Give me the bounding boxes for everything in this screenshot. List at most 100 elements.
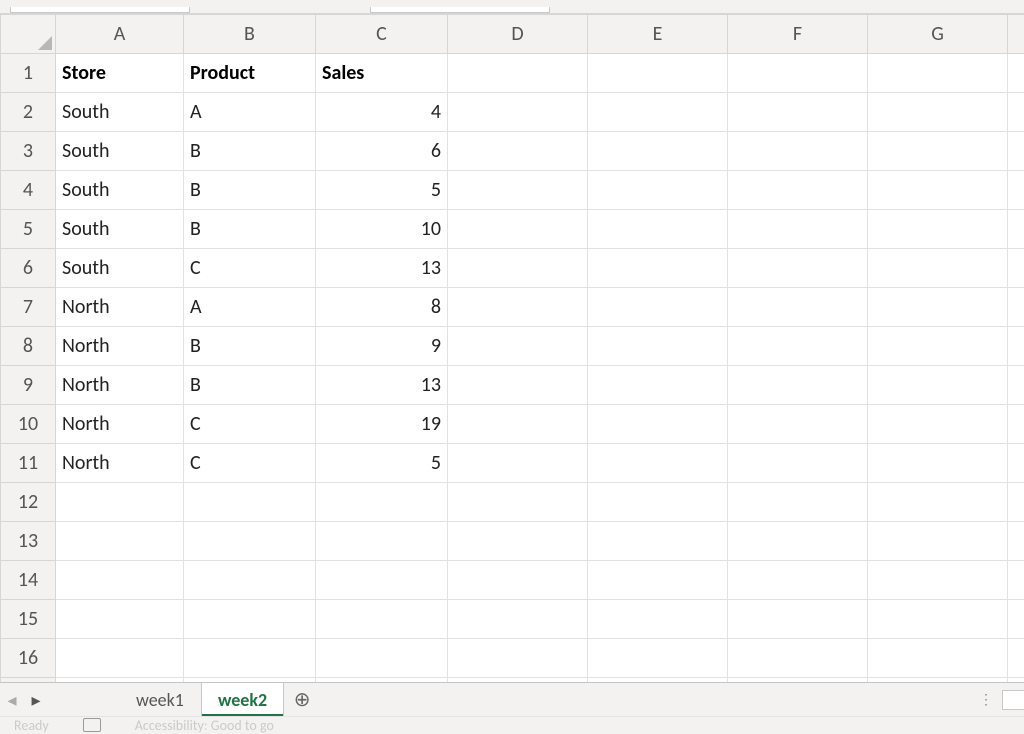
- col-header-H[interactable]: H: [1008, 15, 1024, 54]
- cell[interactable]: [448, 366, 588, 405]
- cell[interactable]: [184, 561, 316, 600]
- cell[interactable]: 8: [316, 288, 448, 327]
- cell[interactable]: [588, 444, 728, 483]
- cell[interactable]: [728, 171, 868, 210]
- cell[interactable]: [448, 639, 588, 678]
- row-header[interactable]: 7: [1, 288, 56, 327]
- cell[interactable]: A: [184, 93, 316, 132]
- cell[interactable]: 4: [316, 93, 448, 132]
- cell[interactable]: [588, 522, 728, 561]
- cell[interactable]: 19: [316, 405, 448, 444]
- cell[interactable]: 5: [316, 171, 448, 210]
- cell[interactable]: [868, 600, 1008, 639]
- cell[interactable]: [448, 405, 588, 444]
- cell[interactable]: [728, 366, 868, 405]
- cell[interactable]: [1008, 483, 1024, 522]
- cell[interactable]: B: [184, 132, 316, 171]
- cell[interactable]: [448, 522, 588, 561]
- cell[interactable]: [728, 288, 868, 327]
- row-header[interactable]: 5: [1, 210, 56, 249]
- row-header[interactable]: 13: [1, 522, 56, 561]
- namebox-cutoff[interactable]: [10, 7, 190, 13]
- cell[interactable]: [868, 132, 1008, 171]
- cell[interactable]: [588, 366, 728, 405]
- cell[interactable]: [316, 522, 448, 561]
- sheet-nav-next[interactable]: ▸: [24, 689, 48, 711]
- cell[interactable]: C: [184, 405, 316, 444]
- cell[interactable]: 5: [316, 444, 448, 483]
- cell[interactable]: [588, 483, 728, 522]
- row-header[interactable]: 2: [1, 93, 56, 132]
- cell[interactable]: B: [184, 171, 316, 210]
- cell[interactable]: [868, 171, 1008, 210]
- row-header[interactable]: 15: [1, 600, 56, 639]
- cell[interactable]: B: [184, 327, 316, 366]
- cell[interactable]: [316, 678, 448, 683]
- cell[interactable]: South: [56, 171, 184, 210]
- cell[interactable]: 10: [316, 210, 448, 249]
- cell[interactable]: [868, 639, 1008, 678]
- row-header[interactable]: 6: [1, 249, 56, 288]
- cell[interactable]: [868, 210, 1008, 249]
- cell[interactable]: [728, 483, 868, 522]
- cell[interactable]: [184, 483, 316, 522]
- row-header[interactable]: 16: [1, 639, 56, 678]
- cell[interactable]: A: [184, 288, 316, 327]
- cell[interactable]: [1008, 171, 1024, 210]
- cell[interactable]: Sales: [316, 54, 448, 93]
- select-all-triangle[interactable]: [1, 15, 56, 54]
- sheet-tab-week1[interactable]: week1: [120, 683, 201, 717]
- cell[interactable]: South: [56, 132, 184, 171]
- cell[interactable]: North: [56, 366, 184, 405]
- cell[interactable]: [728, 327, 868, 366]
- add-sheet-button[interactable]: ⊕: [284, 687, 320, 712]
- cell[interactable]: [184, 639, 316, 678]
- cell[interactable]: 6: [316, 132, 448, 171]
- cell[interactable]: South: [56, 210, 184, 249]
- cell[interactable]: B: [184, 210, 316, 249]
- cell[interactable]: [868, 561, 1008, 600]
- cell[interactable]: [56, 522, 184, 561]
- cell[interactable]: [448, 288, 588, 327]
- cell[interactable]: [448, 327, 588, 366]
- cell[interactable]: C: [184, 444, 316, 483]
- cell[interactable]: [56, 600, 184, 639]
- cell[interactable]: [728, 54, 868, 93]
- cell[interactable]: [184, 600, 316, 639]
- cell[interactable]: [1008, 522, 1024, 561]
- cell[interactable]: 13: [316, 366, 448, 405]
- cell[interactable]: [1008, 54, 1024, 93]
- cell[interactable]: [728, 132, 868, 171]
- cell[interactable]: [588, 249, 728, 288]
- row-header[interactable]: 12: [1, 483, 56, 522]
- cell[interactable]: Product: [184, 54, 316, 93]
- col-header-F[interactable]: F: [728, 15, 868, 54]
- spreadsheet-grid[interactable]: A B C D E F G H 1StoreProductSales2South…: [0, 14, 1024, 682]
- formulabar-cutoff[interactable]: [370, 7, 550, 13]
- cell[interactable]: [1008, 249, 1024, 288]
- cell[interactable]: 9: [316, 327, 448, 366]
- cell[interactable]: [1008, 366, 1024, 405]
- sheet-nav-prev[interactable]: ◂: [0, 689, 24, 711]
- cell[interactable]: [1008, 678, 1024, 683]
- hscroll-cutoff[interactable]: [1002, 690, 1024, 710]
- cell[interactable]: [728, 249, 868, 288]
- cell[interactable]: [316, 483, 448, 522]
- cell[interactable]: [448, 600, 588, 639]
- cell[interactable]: [1008, 132, 1024, 171]
- cell[interactable]: [316, 561, 448, 600]
- col-header-B[interactable]: B: [184, 15, 316, 54]
- cell[interactable]: [588, 171, 728, 210]
- cell[interactable]: [868, 93, 1008, 132]
- cell[interactable]: [1008, 405, 1024, 444]
- cell[interactable]: [56, 483, 184, 522]
- cell[interactable]: [588, 405, 728, 444]
- cell[interactable]: [728, 561, 868, 600]
- col-header-C[interactable]: C: [316, 15, 448, 54]
- cell[interactable]: North: [56, 444, 184, 483]
- row-header[interactable]: 4: [1, 171, 56, 210]
- cell[interactable]: [588, 93, 728, 132]
- row-header[interactable]: 17: [1, 678, 56, 683]
- cell[interactable]: [56, 561, 184, 600]
- cell[interactable]: [728, 444, 868, 483]
